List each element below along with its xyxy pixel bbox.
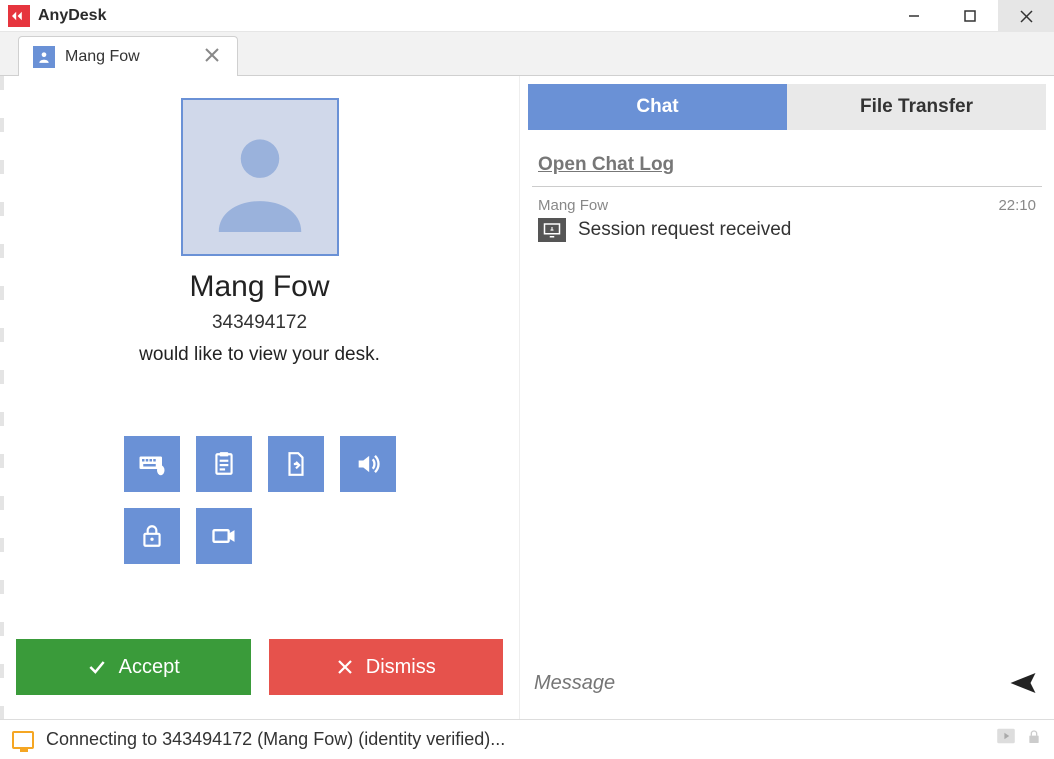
lock-icon[interactable] — [1026, 728, 1042, 751]
status-monitor-icon — [12, 731, 34, 749]
open-chat-log-link[interactable]: Open Chat Log — [538, 154, 1054, 176]
tab-file-transfer[interactable]: File Transfer — [787, 84, 1046, 130]
status-text: Connecting to 343494172 (Mang Fow) (iden… — [46, 729, 505, 750]
permission-record-button[interactable] — [196, 508, 252, 564]
remote-name: Mang Fow — [189, 270, 329, 304]
message-input[interactable] — [534, 661, 992, 705]
request-panel: Mang Fow 343494172 would like to view yo… — [0, 76, 520, 719]
app-logo-icon — [8, 5, 30, 27]
status-bar: Connecting to 343494172 (Mang Fow) (iden… — [0, 719, 1054, 759]
chat-from: Mang Fow — [538, 197, 608, 214]
remote-avatar — [181, 98, 339, 256]
accept-label: Accept — [119, 656, 180, 679]
dismiss-label: Dismiss — [366, 656, 436, 679]
session-request-icon — [538, 218, 566, 242]
app-title: AnyDesk — [38, 7, 106, 25]
chat-time: 22:10 — [998, 197, 1036, 214]
chat-message: Session request received — [578, 219, 791, 241]
chat-panel: Chat File Transfer Open Chat Log Mang Fo… — [520, 76, 1054, 719]
permission-grid — [124, 436, 396, 564]
main-area: Mang Fow 343494172 would like to view yo… — [0, 76, 1054, 719]
minimize-button[interactable] — [886, 0, 942, 32]
permission-clipboard-button[interactable] — [196, 436, 252, 492]
close-button[interactable] — [998, 0, 1054, 32]
right-tabs: Chat File Transfer — [528, 84, 1046, 130]
chat-item: Mang Fow 22:10 Session request received — [520, 187, 1054, 242]
session-tab[interactable]: Mang Fow — [18, 36, 238, 76]
tab-chat[interactable]: Chat — [528, 84, 787, 130]
tab-title: Mang Fow — [65, 48, 191, 66]
tab-avatar-icon — [33, 46, 55, 68]
send-button[interactable] — [1006, 666, 1040, 700]
message-row — [520, 661, 1054, 719]
window-controls — [886, 0, 1054, 31]
permission-lock-button[interactable] — [124, 508, 180, 564]
remote-id: 343494172 — [212, 312, 307, 334]
playback-icon[interactable] — [996, 728, 1016, 751]
dismiss-button[interactable]: Dismiss — [269, 639, 504, 695]
permission-sound-button[interactable] — [340, 436, 396, 492]
permission-keyboard-mouse-button[interactable] — [124, 436, 180, 492]
tab-bar: Mang Fow — [0, 32, 1054, 76]
maximize-button[interactable] — [942, 0, 998, 32]
action-row: Accept Dismiss — [12, 639, 507, 707]
tab-close-icon[interactable] — [201, 46, 223, 67]
title-bar: AnyDesk — [0, 0, 1054, 32]
permission-file-transfer-button[interactable] — [268, 436, 324, 492]
request-text: would like to view your desk. — [139, 344, 380, 366]
accept-button[interactable]: Accept — [16, 639, 251, 695]
